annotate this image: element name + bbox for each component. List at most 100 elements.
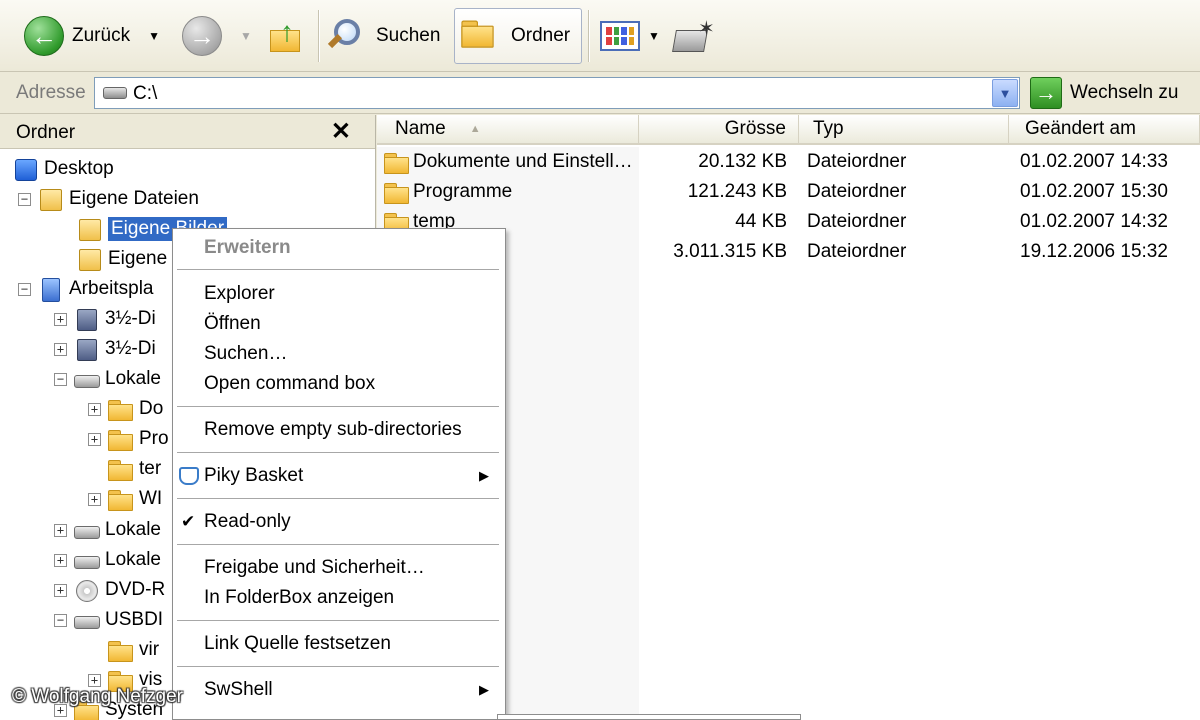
column-header-label: Grösse [724, 118, 786, 139]
documents-icon [37, 188, 63, 211]
column-header-type[interactable]: Typ [799, 115, 1009, 145]
column-header-size[interactable]: Grösse [639, 115, 799, 145]
toolbar-separator [318, 10, 319, 62]
expand-icon[interactable]: + [54, 583, 67, 597]
tree-item-my-computer[interactable]: − Arbeitspla [18, 274, 154, 304]
list-item-name[interactable]: Programme [383, 177, 512, 207]
close-icon[interactable]: ✕ [331, 117, 351, 146]
tree-item-folder[interactable]: ter [107, 454, 161, 484]
tree-item-label: Arbeitspla [69, 278, 154, 299]
forward-dropdown-icon[interactable]: ▼ [240, 29, 252, 43]
list-item-type: Dateiordner [807, 241, 907, 262]
tree-item-folder[interactable]: vir [107, 635, 159, 665]
list-item-name[interactable]: Dokumente und Einstell… [383, 147, 633, 177]
menu-item-piky-basket[interactable]: Piky Basket ▶ [173, 461, 505, 491]
back-dropdown-icon[interactable]: ▼ [148, 29, 160, 43]
expand-icon[interactable]: + [88, 673, 101, 687]
go-arrow-icon: → [1030, 77, 1062, 109]
expand-icon[interactable]: + [54, 342, 67, 356]
folders-label: Ordner [511, 25, 571, 46]
column-header-label: Geändert am [1025, 118, 1136, 139]
tree-item-dvd-drive[interactable]: + DVD-R [54, 575, 165, 605]
menu-item-open-command-box[interactable]: Open command box [173, 369, 505, 399]
tree-item-my-music[interactable]: Eigene [76, 244, 167, 274]
tree-item-local-disk-c[interactable]: − Lokale [54, 364, 161, 394]
collapse-icon[interactable]: − [54, 372, 67, 386]
tree-item-label: DVD-R [105, 579, 166, 600]
clean-folder-button[interactable]: ✶ [664, 8, 720, 64]
tree-item-label: 3½-Di [105, 308, 156, 329]
address-dropdown-icon[interactable]: ▼ [992, 79, 1018, 107]
tree-item-local-disk[interactable]: + Lokale [54, 515, 161, 545]
search-icon [327, 17, 368, 55]
back-arrow-icon: ← [24, 16, 64, 56]
tree-item-local-disk[interactable]: + Lokale [54, 545, 161, 575]
drive-icon [73, 609, 100, 631]
tree-item-folder[interactable]: + WI [88, 484, 162, 514]
music-icon [76, 248, 102, 271]
tree-item-desktop[interactable]: Desktop [12, 154, 114, 184]
expand-icon[interactable]: + [54, 312, 67, 326]
address-input[interactable]: C:\ ▼ [94, 77, 1020, 109]
views-icon [600, 21, 640, 51]
forward-arrow-icon: → [182, 16, 222, 56]
list-item-size: 121.243 KB [687, 181, 787, 202]
menu-item-explorer[interactable]: Explorer [173, 279, 505, 309]
up-folder-button[interactable]: ↑ [262, 8, 310, 64]
tree-item-floppy-b[interactable]: + 3½-Di [54, 334, 156, 364]
menu-item-sharing-security[interactable]: Freigabe und Sicherheit… [173, 553, 505, 583]
desktop-icon [12, 158, 38, 181]
menu-item-label: SwShell [204, 679, 273, 700]
collapse-icon[interactable]: − [18, 192, 31, 206]
back-label: Zurück [72, 25, 131, 46]
menu-item-link-source[interactable]: Link Quelle festsetzen [173, 629, 505, 659]
views-button[interactable]: ▼ [594, 8, 666, 64]
collapse-icon[interactable]: − [54, 613, 67, 627]
forward-button[interactable]: → ▼ [176, 8, 258, 64]
folder-pane-header: Ordner ✕ [0, 115, 375, 149]
expand-icon[interactable]: + [54, 553, 67, 567]
expand-icon[interactable]: + [54, 523, 67, 537]
menu-item-label: Piky Basket [204, 465, 304, 486]
search-button[interactable]: Suchen [324, 8, 446, 64]
tree-item-my-documents[interactable]: − Eigene Dateien [18, 184, 199, 214]
menu-item-read-only[interactable]: ✔ Read-only [173, 507, 505, 537]
list-item-modified: 01.02.2007 14:33 [1020, 151, 1168, 172]
drive-icon [73, 368, 100, 390]
expand-icon[interactable]: + [88, 492, 101, 506]
menu-item-open[interactable]: Öffnen [173, 309, 505, 339]
expand-icon[interactable]: + [88, 402, 101, 416]
folder-sparkle-icon: ✶ [670, 16, 715, 56]
address-bar: Adresse C:\ ▼ → Wechseln zu [0, 72, 1200, 114]
views-dropdown-icon[interactable]: ▼ [648, 29, 660, 43]
tree-item-label: Desktop [44, 158, 114, 179]
folder-icon [383, 151, 409, 174]
list-item-modified: 01.02.2007 15:30 [1020, 181, 1168, 202]
go-button[interactable]: → Wechseln zu [1030, 77, 1178, 109]
drive-icon [103, 87, 127, 99]
expand-icon[interactable]: + [88, 432, 101, 446]
tree-item-floppy-a[interactable]: + 3½-Di [54, 304, 156, 334]
tree-item-folder[interactable]: + Pro [88, 424, 169, 454]
list-item-modified: 19.12.2006 15:32 [1020, 241, 1168, 262]
folders-button[interactable]: Ordner [454, 8, 582, 64]
tree-item-usb-drive[interactable]: − USBDI [54, 605, 163, 635]
tree-item-label: Lokale [105, 549, 161, 570]
menu-item-remove-empty-dirs[interactable]: Remove empty sub-directories [173, 415, 505, 445]
menu-item-expand[interactable]: Erweitern [173, 233, 505, 263]
menu-separator [177, 269, 499, 270]
menu-item-label: Read-only [204, 511, 291, 532]
tree-item-label: 3½-Di [105, 338, 156, 359]
collapse-icon[interactable]: − [18, 282, 31, 296]
column-header-name[interactable]: Name ▲ [377, 115, 639, 145]
back-button[interactable]: ← Zurück ▼ [18, 8, 166, 64]
menu-item-search[interactable]: Suchen… [173, 339, 505, 369]
tree-item-folder[interactable]: + Do [88, 394, 163, 424]
column-header-modified[interactable]: Geändert am [1009, 115, 1200, 145]
menu-item-folderbox[interactable]: In FolderBox anzeigen [173, 583, 505, 613]
dvd-icon [73, 579, 99, 602]
menu-separator [177, 406, 499, 407]
menu-item-swshell[interactable]: SwShell ▶ [173, 675, 505, 705]
list-item-size: 20.132 KB [698, 151, 787, 172]
tree-item-label: Lokale [105, 368, 161, 389]
